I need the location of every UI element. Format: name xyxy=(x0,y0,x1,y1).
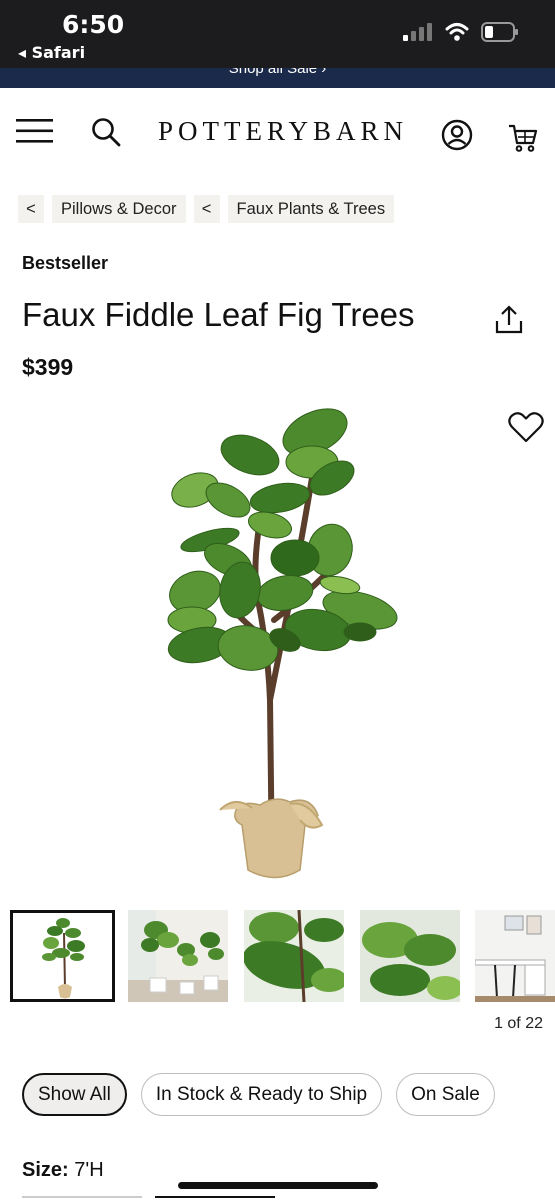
wifi-icon xyxy=(445,23,469,41)
cellular-signal-icon xyxy=(403,23,432,41)
battery-icon xyxy=(481,22,518,42)
home-indicator[interactable] xyxy=(178,1182,378,1189)
filter-on-sale[interactable]: On Sale xyxy=(396,1073,495,1116)
breadcrumb-back-arrow[interactable]: < xyxy=(193,195,220,223)
status-icons xyxy=(403,22,519,42)
thumbnail-office[interactable] xyxy=(475,910,555,1002)
size-selector-label: Size: 7'H xyxy=(22,1159,104,1182)
filter-show-all[interactable]: Show All xyxy=(22,1073,127,1116)
size-option-underline xyxy=(22,1196,142,1198)
breadcrumb-pillows-decor[interactable]: Pillows & Decor xyxy=(52,195,186,223)
size-option-underline-selected xyxy=(155,1196,275,1198)
share-icon[interactable] xyxy=(493,304,525,336)
site-header: POTTERYBARN xyxy=(0,88,555,180)
cart-icon[interactable] xyxy=(508,122,538,154)
breadcrumb: < Pillows & Decor < Faux Plants & Trees xyxy=(18,195,395,223)
breadcrumb-back-arrow[interactable]: < xyxy=(18,195,44,223)
status-time: 6:50 xyxy=(62,10,125,39)
breadcrumb-faux-plants-trees[interactable]: Faux Plants & Trees xyxy=(227,195,395,223)
promo-text[interactable]: Shop all Sale › xyxy=(0,68,555,77)
pottery-barn-logo[interactable]: POTTERYBARN xyxy=(158,116,408,147)
thumbnail-leaves[interactable] xyxy=(360,910,460,1002)
size-value: 7'H xyxy=(74,1159,104,1181)
thumbnail-leaf-closeup[interactable] xyxy=(244,910,344,1002)
heart-icon[interactable] xyxy=(508,410,544,444)
product-main-image[interactable] xyxy=(140,400,420,885)
search-icon[interactable] xyxy=(90,116,122,148)
thumbnail-tree[interactable] xyxy=(10,910,115,1002)
product-title: Faux Fiddle Leaf Fig Trees xyxy=(22,296,415,333)
size-label: Size: xyxy=(22,1159,69,1181)
account-icon[interactable] xyxy=(441,119,473,151)
thumbnail-room-trees[interactable] xyxy=(128,910,228,1002)
thumbnail-strip xyxy=(10,910,555,1002)
gallery-counter: 1 of 22 xyxy=(494,1015,543,1032)
promo-banner[interactable]: Shop all Sale › xyxy=(0,68,555,88)
filter-in-stock[interactable]: In Stock & Ready to Ship xyxy=(140,1073,383,1116)
back-to-safari-link[interactable]: ◂ Safari xyxy=(18,43,85,62)
status-bar: 6:50 ◂ Safari xyxy=(0,0,555,68)
bestseller-badge: Bestseller xyxy=(22,253,109,273)
availability-filters: Show All In Stock & Ready to Ship On Sal… xyxy=(22,1073,495,1116)
hamburger-menu-icon[interactable] xyxy=(16,116,54,146)
product-price: $399 xyxy=(22,354,74,380)
